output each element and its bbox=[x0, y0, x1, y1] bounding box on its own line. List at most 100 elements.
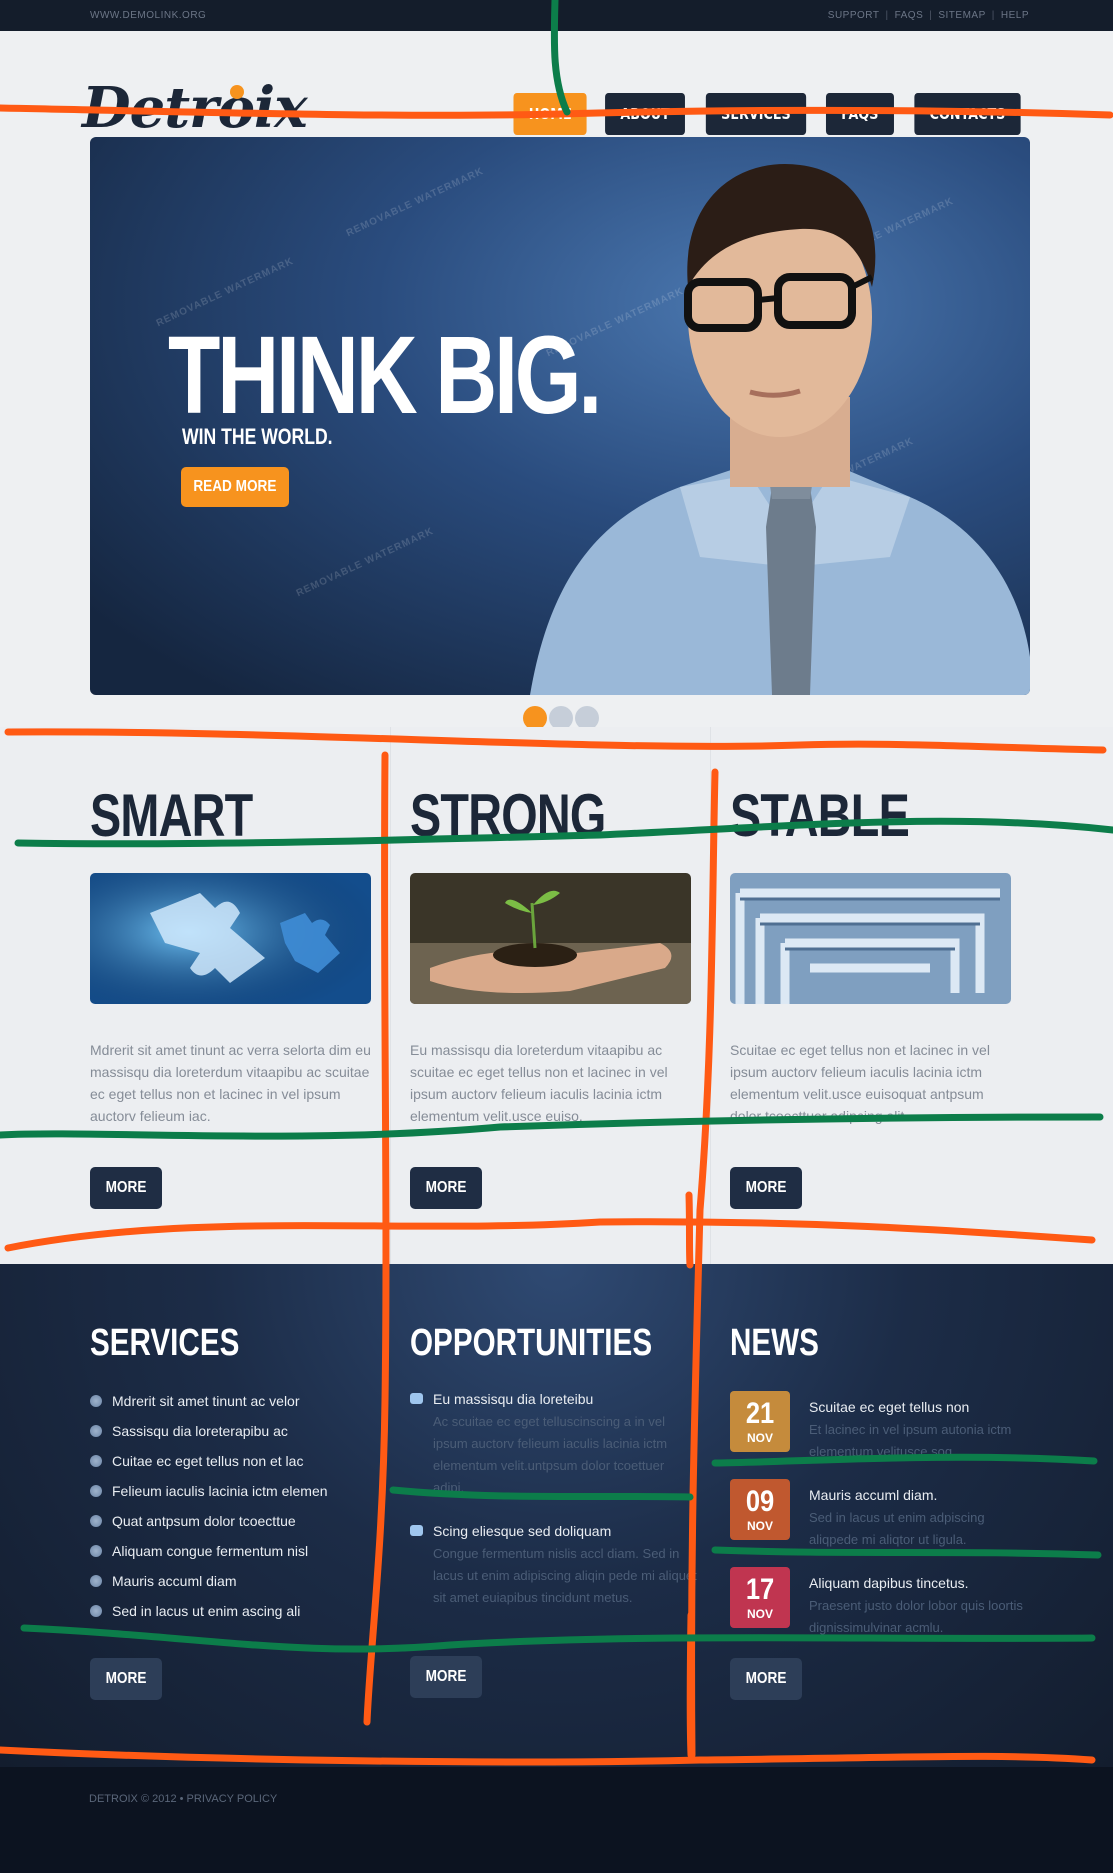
support-link[interactable]: SUPPORT bbox=[828, 10, 880, 21]
services-title: SERVICES bbox=[90, 1322, 240, 1364]
header: Detroix Home About Services FAQs Contact… bbox=[0, 31, 1113, 727]
service-item-label: Felieum iaculis lacinia ictm elemen bbox=[112, 1483, 328, 1499]
hero-subtitle: WIN THE WORLD. bbox=[182, 424, 333, 449]
logo-dot bbox=[230, 85, 244, 99]
gear-bullet-icon bbox=[90, 1605, 102, 1617]
watermark: REMOVABLE WATERMARK bbox=[294, 525, 436, 600]
feature-strong: STRONG Eu massisqu dia loreterdum vitaap… bbox=[410, 727, 730, 1264]
news-date-badge: 21 NOV bbox=[730, 1391, 790, 1452]
link-separator: | bbox=[991, 10, 995, 21]
service-item[interactable]: Aliquam congue fermentum nisl bbox=[90, 1536, 328, 1566]
gear-bullet-icon bbox=[90, 1395, 102, 1407]
speech-bubble-icon bbox=[410, 1393, 423, 1404]
main-nav: Home About Services FAQs Contacts bbox=[507, 93, 1030, 135]
gear-bullet-icon bbox=[90, 1575, 102, 1587]
gear-bullet-icon bbox=[90, 1485, 102, 1497]
services-list: Mdrerit sit amet tinunt ac velor Sassisq… bbox=[90, 1386, 328, 1626]
faqs-link[interactable]: FAQS bbox=[895, 10, 924, 21]
service-item-label: Sed in lacus ut enim ascing ali bbox=[112, 1603, 301, 1619]
nav-services[interactable]: Services bbox=[706, 93, 807, 135]
read-more-label: Read More bbox=[193, 478, 277, 495]
gear-bullet-icon bbox=[90, 1545, 102, 1557]
news-item: 21 NOV Scuitae ec eget tellus non Et lac… bbox=[730, 1391, 1030, 1459]
help-link[interactable]: HELP bbox=[1001, 10, 1029, 21]
news-title-link[interactable]: Mauris accuml diam. bbox=[809, 1487, 937, 1503]
news-more-button[interactable]: MORE bbox=[730, 1658, 802, 1700]
top-bar: WWW.DEMOLINK.ORG SUPPORT | FAQS | SITEMA… bbox=[0, 0, 1113, 31]
gear-bullet-icon bbox=[90, 1425, 102, 1437]
opportunity-text: Congue fermentum nislis accl diam. Sed i… bbox=[433, 1546, 697, 1605]
service-item[interactable]: Quat antpsum dolor tcoecttue bbox=[90, 1506, 328, 1536]
more-label: MORE bbox=[425, 1179, 467, 1196]
opportunities-more-button[interactable]: MORE bbox=[410, 1656, 482, 1698]
news-item: 09 NOV Mauris accuml diam. Sed in lacus … bbox=[730, 1479, 1030, 1547]
link-separator: | bbox=[885, 10, 889, 21]
service-item[interactable]: Mauris accuml diam bbox=[90, 1566, 328, 1596]
feature-text: Eu massisqu dia loreterdum vitaapibu ac … bbox=[410, 1042, 668, 1124]
news-title-link[interactable]: Aliquam dapibus tincetus. bbox=[809, 1575, 969, 1591]
sprout-image bbox=[410, 873, 691, 1004]
nav-about[interactable]: About bbox=[605, 93, 686, 135]
feature-title: SMART bbox=[90, 782, 253, 849]
service-item[interactable]: Sed in lacus ut enim ascing ali bbox=[90, 1596, 328, 1626]
services-more-button[interactable]: MORE bbox=[90, 1658, 162, 1700]
news-day: 21 bbox=[745, 1397, 775, 1430]
news-title-link[interactable]: Scuitae ec eget tellus non bbox=[809, 1399, 969, 1415]
feature-title: STABLE bbox=[730, 782, 910, 849]
stable-more-button[interactable]: MORE bbox=[730, 1167, 802, 1209]
feature-stable: STABLE Scuitae ec eget tellus non et lac… bbox=[730, 727, 1050, 1264]
news-item: 17 NOV Aliquam dapibus tincetus. Praesen… bbox=[730, 1567, 1030, 1635]
puzzle-image bbox=[90, 873, 371, 1004]
features-section: SMART Mdrerit sit amet tinunt ac verra s… bbox=[0, 727, 1113, 1264]
sitemap-link[interactable]: SITEMAP bbox=[938, 10, 985, 21]
read-more-button[interactable]: Read More bbox=[181, 467, 289, 507]
watermark: REMOVABLE WATERMARK bbox=[344, 165, 486, 240]
service-item-label: Quat antpsum dolor tcoecttue bbox=[112, 1513, 296, 1529]
more-label: MORE bbox=[745, 1670, 787, 1687]
nav-home[interactable]: Home bbox=[513, 93, 587, 135]
opportunity-text: Ac scuitae ec eget telluscinscing a in v… bbox=[433, 1414, 668, 1495]
news-text: Et lacinec in vel ipsum autonia ictm ele… bbox=[809, 1422, 1012, 1459]
service-item[interactable]: Mdrerit sit amet tinunt ac velor bbox=[90, 1386, 328, 1416]
news-month: NOV bbox=[746, 1607, 773, 1621]
strong-more-button[interactable]: MORE bbox=[410, 1167, 482, 1209]
feature-text: Mdrerit sit amet tinunt ac verra selorta… bbox=[90, 1042, 371, 1124]
smart-more-button[interactable]: MORE bbox=[90, 1167, 162, 1209]
service-item-label: Mauris accuml diam bbox=[112, 1573, 237, 1589]
bottom-section: SERVICES Mdrerit sit amet tinunt ac velo… bbox=[0, 1264, 1113, 1767]
news-day: 17 bbox=[745, 1573, 775, 1606]
news-date-badge: 09 NOV bbox=[730, 1479, 790, 1540]
service-item[interactable]: Felieum iaculis lacinia ictm elemen bbox=[90, 1476, 328, 1506]
site-url[interactable]: WWW.DEMOLINK.ORG bbox=[90, 10, 206, 21]
feature-title: STRONG bbox=[410, 782, 606, 849]
news-text: Sed in lacus ut enim adpiscing aliqpede … bbox=[809, 1510, 985, 1547]
more-label: MORE bbox=[105, 1179, 147, 1196]
service-item-label: Mdrerit sit amet tinunt ac velor bbox=[112, 1393, 300, 1409]
service-item[interactable]: Cuitae ec eget tellus non et lac bbox=[90, 1446, 328, 1476]
news-title: NEWS bbox=[730, 1322, 819, 1364]
service-item-label: Aliquam congue fermentum nisl bbox=[112, 1543, 309, 1559]
news-month: NOV bbox=[746, 1519, 773, 1533]
opportunity-title[interactable]: Scing eliesque sed doliquam bbox=[433, 1523, 611, 1539]
news-day: 09 bbox=[745, 1485, 775, 1518]
more-label: MORE bbox=[745, 1179, 787, 1196]
speech-bubble-icon bbox=[410, 1525, 423, 1536]
opportunity-title[interactable]: Eu massisqu dia loreteibu bbox=[433, 1391, 593, 1407]
top-links: SUPPORT | FAQS | SITEMAP | HELP bbox=[828, 10, 1029, 21]
news-text: Praesent justo dolor lobor quis loortis … bbox=[809, 1598, 1023, 1635]
site-logo[interactable]: Detroix bbox=[82, 75, 308, 141]
gear-bullet-icon bbox=[90, 1515, 102, 1527]
opportunities-title: OPPORTUNITIES bbox=[410, 1322, 653, 1364]
more-label: MORE bbox=[425, 1668, 467, 1685]
more-label: MORE bbox=[105, 1670, 147, 1687]
news-month: NOV bbox=[746, 1431, 773, 1445]
hero-title: THINK BIG. bbox=[168, 314, 602, 437]
gear-bullet-icon bbox=[90, 1455, 102, 1467]
service-item[interactable]: Sassisqu dia loreterapibu ac bbox=[90, 1416, 328, 1446]
news-date-badge: 17 NOV bbox=[730, 1567, 790, 1628]
footer-copyright[interactable]: DETROIX © 2012 • PRIVACY POLICY bbox=[89, 1793, 277, 1805]
nav-faqs[interactable]: FAQs bbox=[826, 93, 894, 135]
link-separator: | bbox=[929, 10, 933, 21]
nav-contacts[interactable]: Contacts bbox=[914, 93, 1021, 135]
footer: DETROIX © 2012 • PRIVACY POLICY bbox=[0, 1767, 1113, 1873]
